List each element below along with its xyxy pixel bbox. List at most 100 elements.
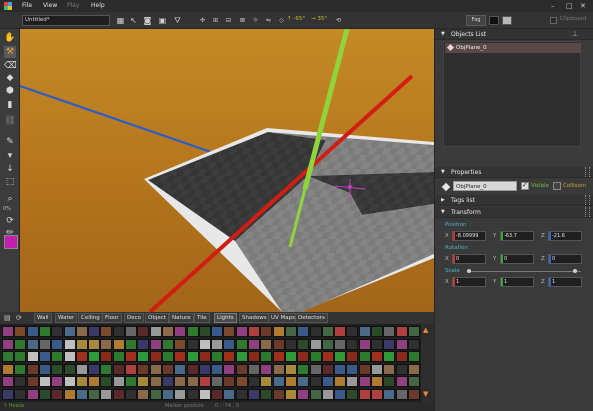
tile-thumbnail[interactable]: [137, 338, 150, 350]
pitch-angle[interactable]: ↑ -65°: [287, 16, 305, 22]
tile-thumbnail[interactable]: [334, 389, 347, 400]
rotate-icon[interactable]: ⟳: [4, 215, 16, 227]
tile-thumbnail[interactable]: [211, 326, 224, 337]
fog-button[interactable]: Fog: [466, 15, 486, 26]
tile-thumbnail[interactable]: [137, 389, 150, 400]
clipboard-paste-icon[interactable]: ▤: [4, 314, 11, 322]
tile-thumbnail[interactable]: [137, 363, 150, 375]
tile-thumbnail[interactable]: [260, 363, 273, 375]
tile-thumbnail[interactable]: [88, 351, 101, 363]
tile-thumbnail[interactable]: [198, 376, 211, 388]
3d-viewport[interactable]: [20, 29, 434, 312]
tile-thumbnail[interactable]: [38, 389, 51, 400]
tile-thumbnail[interactable]: [112, 338, 125, 350]
tile-thumbnail[interactable]: [346, 351, 359, 363]
tile-thumbnail[interactable]: [63, 338, 76, 350]
tile-thumbnail[interactable]: [395, 351, 408, 363]
tile-thumbnail[interactable]: [272, 389, 285, 400]
tile-thumbnail[interactable]: [14, 389, 27, 400]
tile-thumbnail[interactable]: [88, 338, 101, 350]
tile-thumbnail[interactable]: [371, 376, 383, 388]
tile-thumbnail[interactable]: [38, 363, 51, 375]
tile-thumbnail[interactable]: [383, 326, 396, 337]
tile-thumbnail[interactable]: [174, 338, 187, 350]
tile-thumbnail[interactable]: [346, 363, 359, 375]
tile-thumbnail[interactable]: [371, 363, 383, 375]
shape-icon[interactable]: ◇: [276, 15, 287, 26]
tile-thumbnail[interactable]: [248, 351, 260, 363]
tile-thumbnail[interactable]: [211, 389, 224, 400]
close-button[interactable]: ✕: [580, 2, 586, 10]
tile-thumbnail[interactable]: [63, 326, 76, 337]
tile-thumbnail[interactable]: [125, 363, 137, 375]
tile-thumbnail[interactable]: [14, 376, 27, 388]
tile-thumbnail[interactable]: [334, 351, 347, 363]
tab-nature[interactable]: Nature: [169, 313, 194, 323]
tags-list-header[interactable]: ▶ Tags list: [435, 195, 593, 206]
tile-thumbnail[interactable]: [63, 363, 76, 375]
tile-thumbnail[interactable]: [100, 389, 113, 400]
palette-scrollbar[interactable]: ▲ ▼: [421, 324, 434, 402]
layers-icon[interactable]: ▣: [157, 15, 168, 26]
menu-help[interactable]: Help: [91, 2, 105, 9]
fill-icon[interactable]: ▮: [4, 99, 16, 111]
tile-thumbnail[interactable]: [26, 338, 39, 350]
tile-thumbnail[interactable]: [395, 338, 408, 350]
tab-deco[interactable]: Deco: [124, 313, 145, 323]
object-name-field[interactable]: ObjPlane_0: [453, 181, 517, 191]
tile-thumbnail[interactable]: [100, 351, 113, 363]
menu-play[interactable]: Play: [67, 2, 80, 9]
scale-slider[interactable]: [467, 271, 581, 272]
brush-color-swatch[interactable]: [4, 235, 18, 249]
tile-thumbnail[interactable]: [2, 351, 14, 363]
tile-thumbnail[interactable]: [223, 363, 236, 375]
tile-thumbnail[interactable]: [284, 376, 297, 388]
tile-thumbnail[interactable]: [100, 376, 113, 388]
tile-thumbnail[interactable]: [358, 326, 371, 337]
tile-thumbnail[interactable]: [223, 351, 236, 363]
tile-thumbnail[interactable]: [284, 351, 297, 363]
tile-thumbnail[interactable]: [75, 363, 88, 375]
tile-thumbnail[interactable]: [395, 389, 408, 400]
tile-thumbnail[interactable]: [223, 326, 236, 337]
tile-thumbnail[interactable]: [38, 338, 51, 350]
tile-thumbnail[interactable]: [112, 376, 125, 388]
tile-thumbnail[interactable]: [51, 326, 64, 337]
tile-thumbnail[interactable]: [149, 389, 162, 400]
tile-thumbnail[interactable]: [75, 389, 88, 400]
scale-z-field[interactable]: 1: [548, 277, 582, 287]
tile-thumbnail[interactable]: [174, 363, 187, 375]
pin-icon[interactable]: ⊥: [572, 30, 578, 38]
tile-thumbnail[interactable]: [358, 338, 371, 350]
position-x-field[interactable]: -8.09999: [452, 231, 486, 241]
tile-thumbnail[interactable]: [407, 363, 420, 375]
tile-thumbnail[interactable]: [395, 326, 408, 337]
tile-thumbnail[interactable]: [346, 338, 359, 350]
maximize-button[interactable]: □: [566, 2, 573, 10]
tile-thumbnail[interactable]: [161, 389, 174, 400]
tile-thumbnail[interactable]: [407, 351, 420, 363]
tile-thumbnail[interactable]: [235, 363, 248, 375]
properties-header[interactable]: ▼ Properties: [435, 167, 593, 178]
tile-thumbnail[interactable]: [198, 338, 211, 350]
tile-thumbnail[interactable]: [284, 363, 297, 375]
position-y-field[interactable]: -63.7: [500, 231, 534, 241]
rotation-z-field[interactable]: 0: [548, 254, 582, 264]
zoom-icon[interactable]: ⌕: [4, 193, 16, 205]
tile-thumbnail[interactable]: [358, 376, 371, 388]
tile-thumbnail[interactable]: [51, 376, 64, 388]
filename-field[interactable]: Untitled*: [22, 15, 110, 26]
block-icon[interactable]: ⬢: [4, 85, 16, 97]
tile-thumbnail[interactable]: [235, 351, 248, 363]
tile-thumbnail[interactable]: [297, 338, 310, 350]
tile-thumbnail[interactable]: [371, 326, 383, 337]
tile-thumbnail[interactable]: [149, 376, 162, 388]
tile-thumbnail[interactable]: [88, 363, 101, 375]
light-icon[interactable]: ☼: [250, 15, 261, 26]
camera-icon[interactable]: ◙: [142, 15, 153, 26]
tile-thumbnail[interactable]: [112, 351, 125, 363]
tile-thumbnail[interactable]: [346, 326, 359, 337]
tile-thumbnail[interactable]: [358, 351, 371, 363]
tile-thumbnail[interactable]: [198, 351, 211, 363]
tile-thumbnail[interactable]: [2, 338, 14, 350]
